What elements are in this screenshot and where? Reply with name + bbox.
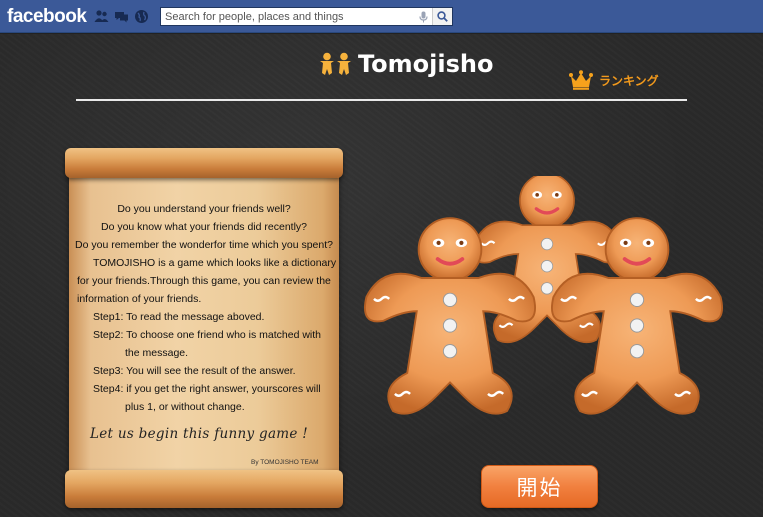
team-signature: By TOMOJISHO TEAM — [251, 459, 319, 466]
search-input[interactable] — [161, 8, 414, 25]
step-4-continued: plus 1, or without change. — [125, 401, 245, 413]
ranking-link[interactable]: ランキング — [569, 70, 659, 90]
instructions-scroll: Do you understand your friends well? Do … — [65, 148, 343, 508]
ranking-label: ランキング — [599, 73, 659, 88]
question-3: Do you remember the wonderfor time which… — [75, 239, 333, 251]
question-2: Do you know what your friends did recent… — [100, 221, 308, 233]
header-divider — [76, 99, 687, 101]
jewel-icons — [94, 9, 149, 24]
closing-message: Let us begin this funny game ! — [90, 426, 309, 442]
search-icon — [437, 11, 448, 22]
intro-line-2: for your friends.Through this game, you … — [77, 275, 331, 287]
step-2: Step2: To choose one friend who is match… — [93, 329, 322, 341]
step-4: Step4: if you get the right answer, your… — [93, 383, 321, 395]
search-box — [160, 7, 453, 26]
start-button[interactable]: 開始 — [481, 465, 598, 508]
gingerbread-cookies-image — [363, 176, 724, 416]
step-1: Step1: To read the message aboved. — [93, 311, 265, 323]
search-button[interactable] — [432, 8, 452, 25]
scroll-top-roll — [65, 148, 343, 178]
facebook-logo[interactable]: facebook — [7, 6, 87, 28]
scroll-bottom-roll — [65, 470, 343, 508]
intro-line-1: TOMOJISHO is a game which looks like a d… — [93, 257, 337, 269]
app-title: Tomojisho — [358, 50, 494, 78]
facebook-top-bar: facebook — [0, 0, 763, 33]
friend-requests-icon[interactable] — [94, 9, 109, 24]
step-2-continued: the message. — [125, 347, 189, 359]
app-header: Tomojisho — [318, 50, 493, 78]
question-1: Do you understand your friends well? — [117, 203, 291, 215]
crown-icon — [569, 70, 593, 90]
notifications-globe-icon[interactable] — [134, 9, 149, 24]
instructions-text: Do you understand your friends well? Do … — [65, 200, 343, 416]
messages-icon[interactable] — [114, 9, 129, 24]
intro-line-3: information of your friends. — [77, 293, 202, 305]
step-3: Step3: You will see the result of the an… — [93, 365, 296, 377]
microphone-icon[interactable] — [414, 8, 432, 25]
app-logo-icon — [320, 52, 351, 75]
